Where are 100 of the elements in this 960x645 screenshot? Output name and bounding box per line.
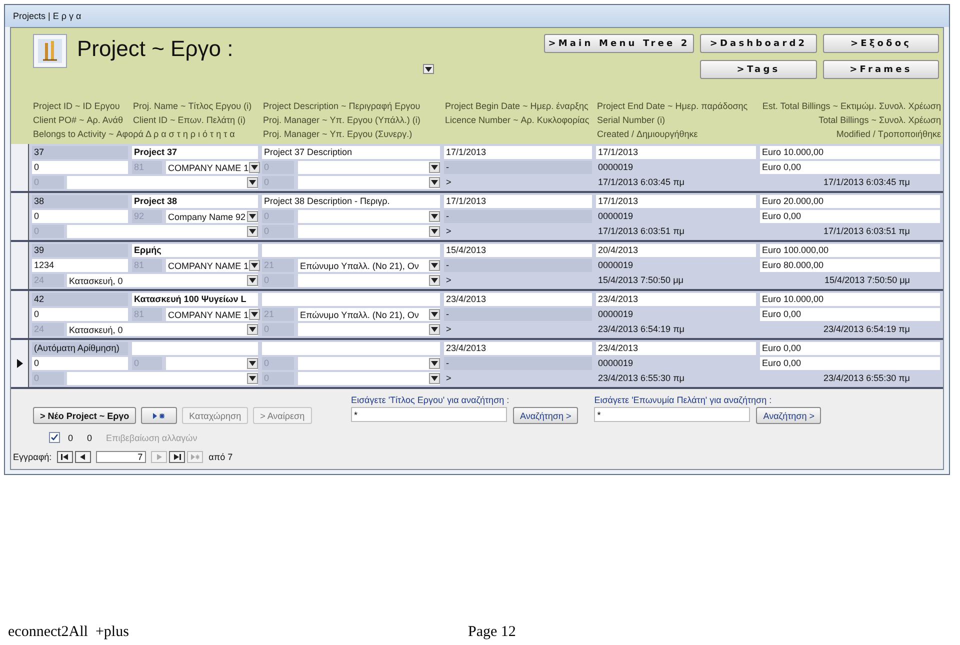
dropdown-button[interactable] xyxy=(247,226,258,237)
nav-button[interactable] xyxy=(74,451,91,463)
name-field[interactable]: Project 38 xyxy=(132,195,258,208)
amount-field[interactable]: Euro 10.000,00 xyxy=(760,146,940,159)
search-field[interactable]: * xyxy=(594,407,750,422)
date-field[interactable]: 23/4/2013 xyxy=(444,293,592,306)
amount-field[interactable]: Euro 0,00 xyxy=(760,308,940,321)
description-field[interactable]: Project 37 Description xyxy=(262,146,440,159)
description-field[interactable] xyxy=(262,293,440,306)
licence-field[interactable]: - xyxy=(444,161,592,174)
po-field[interactable]: 0 xyxy=(32,308,128,321)
po-field[interactable]: 0 xyxy=(32,161,128,174)
amount-field[interactable]: Euro 10.000,00 xyxy=(760,293,940,306)
nav-button[interactable]: >Tags xyxy=(700,60,817,79)
po-field[interactable]: 0 xyxy=(32,210,128,223)
nav-button[interactable]: >Dashboard2 xyxy=(700,34,817,53)
nav-button[interactable]: >Frames xyxy=(823,60,939,79)
id-field[interactable]: 37 xyxy=(32,146,128,159)
dropdown-button[interactable] xyxy=(247,177,258,188)
id-field[interactable]: 39 xyxy=(32,244,128,257)
amount-field[interactable]: Euro 0,00 xyxy=(760,210,940,223)
link-text[interactable]: > xyxy=(444,225,452,238)
amount-field[interactable]: Euro 100.000,00 xyxy=(760,244,940,257)
dropdown-button[interactable] xyxy=(423,64,434,74)
combo-box[interactable]: COMPANY NAME 1 xyxy=(166,161,258,174)
link-text[interactable]: > xyxy=(444,323,452,336)
date-field[interactable]: 17/1/2013 xyxy=(596,146,756,159)
link-text[interactable]: > xyxy=(444,372,452,385)
dropdown-button[interactable] xyxy=(429,211,440,222)
id-field[interactable]: 38 xyxy=(32,195,128,208)
modified-date: 23/4/2013 6:54:19 πμ xyxy=(824,323,911,336)
link-text[interactable]: > xyxy=(444,176,452,189)
dropdown-button[interactable] xyxy=(247,324,258,335)
date-field[interactable]: 20/4/2013 xyxy=(596,244,756,257)
dropdown-button[interactable] xyxy=(429,177,440,188)
combo-box[interactable]: Company Name 92 xyxy=(166,210,258,223)
amount-field[interactable]: Euro 0,00 xyxy=(760,161,940,174)
dropdown-button[interactable] xyxy=(429,309,440,320)
name-field[interactable] xyxy=(132,342,258,355)
dropdown-button[interactable] xyxy=(248,260,260,271)
dropdown-button[interactable] xyxy=(247,211,258,222)
combo-box[interactable]: Επώνυμο Υπαλλ. (Νο 21), Ον xyxy=(298,308,440,321)
record-selector[interactable] xyxy=(11,193,29,240)
licence-field[interactable]: - xyxy=(444,259,592,272)
dropdown-button[interactable] xyxy=(247,358,258,369)
date-field[interactable]: 23/4/2013 xyxy=(596,342,756,355)
search-field[interactable]: * xyxy=(351,407,507,422)
record-selector[interactable] xyxy=(11,144,29,191)
amount-field[interactable]: Euro 80.000,00 xyxy=(760,259,940,272)
date-field[interactable]: 17/1/2013 xyxy=(444,195,592,208)
po-field[interactable]: 0 xyxy=(32,357,128,370)
name-field[interactable]: Project 37 xyxy=(132,146,258,159)
link-text[interactable]: > xyxy=(444,274,452,287)
licence-field[interactable]: - xyxy=(444,210,592,223)
dropdown-button[interactable] xyxy=(429,275,440,286)
date-field[interactable]: 23/4/2013 xyxy=(444,342,592,355)
nav-button[interactable]: >Εξοδος xyxy=(823,34,939,53)
name-field[interactable]: Κατασκευή 100 Ψυγείων L xyxy=(132,293,258,306)
new-record-button[interactable] xyxy=(141,407,178,424)
nav-button[interactable] xyxy=(56,451,73,463)
dropdown-button[interactable] xyxy=(248,309,260,320)
record-selector[interactable] xyxy=(11,291,29,338)
date-field[interactable]: 17/1/2013 xyxy=(444,146,592,159)
licence-field[interactable]: - xyxy=(444,357,592,370)
dropdown-button[interactable] xyxy=(429,358,440,369)
licence-field[interactable]: - xyxy=(444,308,592,321)
combo-box[interactable]: Κατασκευή, 0 xyxy=(67,323,258,336)
name-field[interactable]: Ερμής xyxy=(132,244,258,257)
dropdown-button[interactable] xyxy=(429,226,440,237)
id-field[interactable]: (Αυτόματη Αρίθμηση) xyxy=(32,342,128,355)
description-field[interactable] xyxy=(262,244,440,257)
nav-button[interactable] xyxy=(168,451,185,463)
combo-box[interactable]: COMPANY NAME 1 xyxy=(166,308,258,321)
record-selector[interactable] xyxy=(11,340,29,387)
search-button[interactable]: Αναζήτηση > xyxy=(756,407,822,424)
description-field[interactable]: Project 38 Description - Περιγρ. xyxy=(262,195,440,208)
amount-field[interactable]: Euro 20.000,00 xyxy=(760,195,940,208)
form-button[interactable]: > Νέο Project ~ Εργο xyxy=(33,407,136,424)
dropdown-button[interactable] xyxy=(429,373,440,384)
date-field[interactable]: 17/1/2013 xyxy=(596,195,756,208)
combo-box[interactable]: Επώνυμο Υπαλλ. (Νο 21), Ον xyxy=(298,259,440,272)
dropdown-button[interactable] xyxy=(429,162,440,173)
combo-box[interactable]: COMPANY NAME 1 xyxy=(166,259,258,272)
search-button[interactable]: Αναζήτηση > xyxy=(513,407,578,424)
dropdown-button[interactable] xyxy=(429,260,440,271)
date-field[interactable]: 15/4/2013 xyxy=(444,244,592,257)
nav-button[interactable]: >Main Menu Tree 2 xyxy=(544,34,694,53)
dropdown-button[interactable] xyxy=(248,162,260,173)
dropdown-button[interactable] xyxy=(247,275,258,286)
description-field[interactable] xyxy=(262,342,440,355)
record-number-field[interactable]: 7 xyxy=(96,451,146,463)
date-field[interactable]: 23/4/2013 xyxy=(596,293,756,306)
po-field[interactable]: 1234 xyxy=(32,259,128,272)
record-selector[interactable] xyxy=(11,242,29,289)
amount-field[interactable]: Euro 0,00 xyxy=(760,342,940,355)
dropdown-button[interactable] xyxy=(429,324,440,335)
amount-field[interactable]: Euro 0,00 xyxy=(760,357,940,370)
dropdown-button[interactable] xyxy=(247,373,258,384)
id-field[interactable]: 42 xyxy=(32,293,128,306)
combo-box[interactable]: Κατασκευή, 0 xyxy=(67,274,258,287)
